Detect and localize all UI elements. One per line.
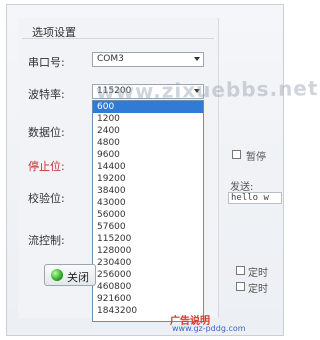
flow-control-label: 流控制: [28, 234, 65, 247]
baud-option[interactable]: 14400 [93, 161, 203, 173]
timer-checkbox-1[interactable] [236, 266, 245, 275]
data-bits-label: 数据位: [28, 126, 65, 139]
baud-option[interactable]: 56000 [93, 209, 203, 221]
baud-option[interactable]: 115200 [93, 233, 203, 245]
baud-option[interactable]: 2400 [93, 125, 203, 137]
timer-label-2: 定时 [248, 284, 268, 295]
baud-option[interactable]: 57600 [93, 221, 203, 233]
pause-label: 暂停 [246, 152, 266, 163]
baud-option[interactable]: 19200 [93, 173, 203, 185]
brand-url: www.gz-pddg.com [172, 324, 246, 333]
baud-option[interactable]: 1200 [93, 113, 203, 125]
port-value: COM3 [97, 54, 124, 64]
send-input[interactable]: hello w [228, 192, 282, 204]
close-button-label: 关闭 [67, 271, 89, 284]
right-side-panel: 暂停 发送: hello w 定时 定时 [222, 110, 282, 310]
chevron-down-icon[interactable] [194, 57, 200, 61]
baud-option[interactable]: 4800 [93, 137, 203, 149]
send-text: hello w [231, 193, 269, 203]
group-divider [22, 38, 214, 39]
baud-option[interactable]: 460800 [93, 281, 203, 293]
pause-checkbox[interactable] [232, 150, 241, 159]
baud-option[interactable]: 9600 [93, 149, 203, 161]
baud-option[interactable]: 38400 [93, 185, 203, 197]
baud-option[interactable]: 600 [93, 101, 203, 113]
baud-dropdown-list[interactable]: 600 1200 2400 4800 9600 14400 19200 3840… [92, 100, 204, 322]
baud-option[interactable]: 256000 [93, 269, 203, 281]
baud-option[interactable]: 43000 [93, 197, 203, 209]
close-button[interactable]: 关闭 [44, 264, 96, 286]
stop-bits-label: 停止位: [28, 160, 65, 173]
parity-label: 校验位: [28, 192, 65, 205]
timer-label-1: 定时 [248, 268, 268, 279]
port-label: 串口号: [28, 56, 65, 69]
baud-option[interactable]: 128000 [93, 245, 203, 257]
baud-label: 波特率: [28, 88, 65, 101]
baud-option[interactable]: 230400 [93, 257, 203, 269]
port-select[interactable]: COM3 [92, 52, 204, 67]
timer-checkbox-2[interactable] [236, 282, 245, 291]
status-dot-icon [51, 269, 63, 281]
send-label: 发送: [230, 182, 254, 193]
baud-option[interactable]: 921600 [93, 293, 203, 305]
